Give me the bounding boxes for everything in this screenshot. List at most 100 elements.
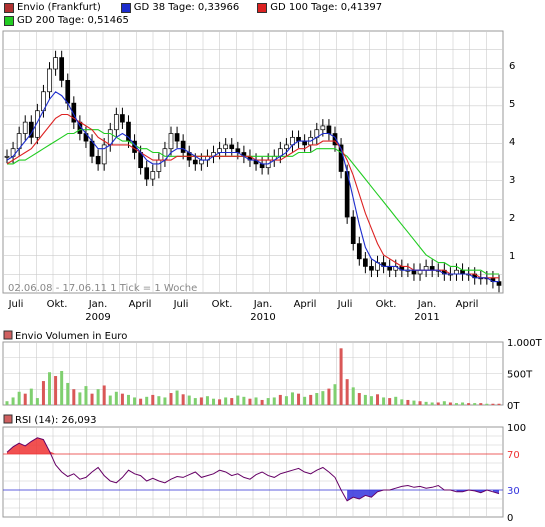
volume-bar [157,396,161,405]
volume-bar [278,394,282,405]
price-candle-body [363,258,368,267]
volume-bar [145,396,149,405]
rsi-panel-title: RSI (14): 26,093 [15,415,97,426]
volume-bar [376,394,380,405]
price-candle-body [326,125,332,134]
rsi-title-swatch [3,414,13,424]
price-y-tick-label: 1 [509,251,515,262]
volume-bar [248,398,252,405]
price-candle-body [387,266,393,271]
x-axis-year-label: 2011 [414,312,439,323]
volume-bar [297,393,301,405]
volume-bar [54,376,58,405]
volume-bar [84,386,88,405]
x-axis-tick-label: Okt. [47,299,68,310]
volume-title-swatch [3,330,13,340]
price-candle-body [217,148,222,153]
volume-bar [78,392,82,405]
volume-bar [29,388,33,405]
price-candle-body [47,68,52,93]
price-candle-body [417,269,423,275]
volume-bar [224,397,228,405]
volume-bar [260,399,264,405]
volume-bar [436,402,440,405]
volume-bar [290,392,294,405]
price-candle-body [454,269,459,275]
volume-bar [66,382,70,405]
volume-bar [333,384,337,405]
volume-bar [205,396,209,405]
volume-bar [424,401,428,405]
price-candle-body [150,171,156,180]
price-candle-body [411,269,417,275]
price-candle-body [350,216,356,244]
price-candle-body [460,269,465,275]
volume-bar [102,385,106,405]
volume-bar [90,393,94,405]
volume-bar [23,393,27,405]
price-candle-body [192,159,198,165]
price-candle-body [369,266,374,271]
volume-bar [382,397,386,405]
x-axis-tick-label: Jan. [417,299,437,310]
volume-bar [357,393,361,405]
volume-bar [400,399,404,405]
volume-bar [218,399,222,405]
x-axis-tick-label: Okt. [376,299,397,310]
x-axis-tick-label: Jan. [88,299,108,310]
volume-bar [461,402,465,405]
price-y-tick-label: 2 [509,213,515,224]
volume-bar [485,403,489,405]
volume-bar [114,391,118,405]
volume-bar [321,391,325,405]
x-axis-tick-label: Juli [337,299,353,310]
price-candle-body [496,281,502,286]
rsi-y-tick-label: 70 [507,450,520,461]
price-y-tick-label: 6 [509,61,515,72]
price-candle-body [156,159,162,172]
volume-bar [467,403,471,405]
volume-bar [448,402,452,405]
volume-bar [351,387,355,405]
price-candle-body [259,163,265,169]
volume-bar [442,401,446,405]
price-candle-body [53,57,58,70]
volume-bar [212,398,216,405]
volume-bar [126,394,130,405]
volume-bar [430,402,434,405]
price-candle-body [168,133,174,150]
volume-bar [133,397,137,405]
price-candle-body [423,266,429,271]
volume-bar [388,398,392,405]
x-axis-tick-label: Okt. [212,299,233,310]
volume-bar [473,403,477,405]
volume-bar [199,397,203,405]
price-candle-body [320,125,326,131]
volume-bar [41,381,45,405]
rsi-y-tick-label: 0 [507,513,513,524]
price-candle-body [284,144,289,150]
volume-bar [479,403,483,405]
x-axis-tick-label: Juli [173,299,189,310]
volume-bar [108,395,112,405]
volume-bar [406,399,410,405]
volume-bar [236,395,240,405]
volume-bar [327,388,331,405]
volume-bar [339,348,343,405]
price-candle-body [199,159,204,165]
volume-bar [412,400,416,405]
volume-bar [491,403,495,405]
volume-bar [369,396,373,405]
x-axis-tick-label: April [294,299,317,310]
volume-bar [418,401,422,405]
volume-bar [175,390,179,405]
volume-bar [163,397,167,405]
price-candle-body [302,140,307,146]
volume-bar [272,397,276,405]
price-y-tick-label: 5 [509,99,515,110]
volume-bar [363,394,367,405]
volume-bar [17,391,21,405]
rsi-y-tick-label: 30 [507,486,520,497]
price-candle-body [22,121,28,134]
price-candle-body [356,243,362,260]
